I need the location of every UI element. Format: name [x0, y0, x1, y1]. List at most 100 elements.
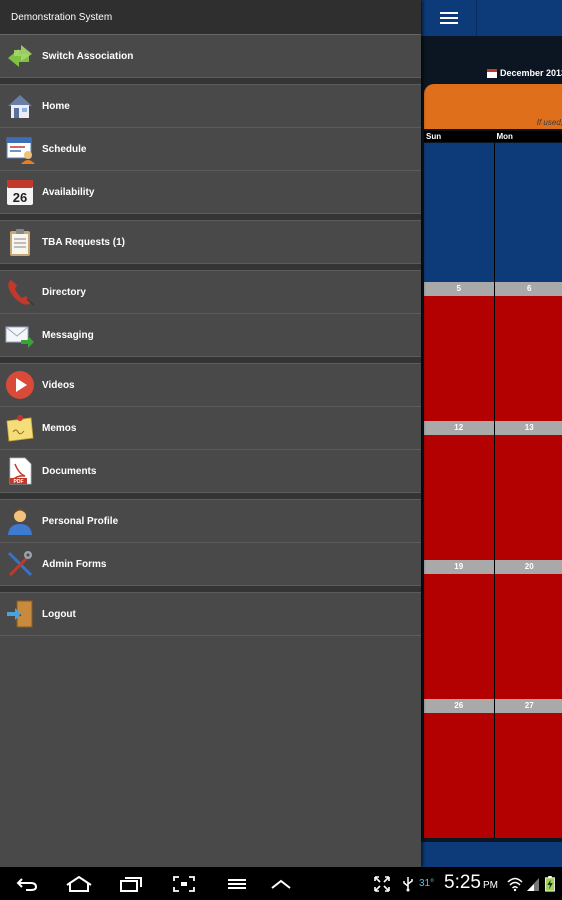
menu-item-schedule[interactable]: Schedule: [0, 128, 421, 171]
calendar-day-number: 20: [494, 560, 562, 574]
day-header-mon: Mon: [495, 131, 562, 142]
battery-charging-icon: [545, 876, 555, 892]
menu-item-label: Logout: [42, 608, 76, 620]
calendar-day-cell[interactable]: 5: [424, 282, 495, 421]
menu-item-memos[interactable]: Memos: [0, 407, 421, 450]
temperature-indicator: 31°: [419, 878, 435, 889]
calendar-day-number: 19: [424, 560, 494, 574]
schedule-icon: [5, 134, 35, 164]
calendar-day-cell[interactable]: 19: [424, 560, 495, 699]
calendar-month-label[interactable]: December 2013: [487, 68, 562, 78]
calendar-week-row: 56: [424, 282, 562, 421]
pdf-document-icon: PDF: [5, 456, 35, 486]
menu-item-label: Directory: [42, 286, 86, 298]
calendar-day-body: [494, 296, 562, 421]
video-play-icon: [5, 370, 35, 400]
menu-item-documents[interactable]: PDF Documents: [0, 450, 421, 493]
banner-note: If used,: [536, 118, 562, 127]
calendar-day-body: [424, 296, 494, 421]
menu-item-admin-forms[interactable]: Admin Forms: [0, 543, 421, 586]
menu-item-directory[interactable]: Directory: [0, 271, 421, 314]
calendar-day-number: 27: [494, 699, 562, 713]
calendar-month-text: December 2013: [500, 68, 562, 78]
signal-icon: [527, 878, 539, 891]
calendar-day-body: [424, 574, 494, 699]
menu-separator: [0, 78, 421, 85]
calendar-day-body: [494, 713, 562, 838]
memo-note-icon: [5, 413, 35, 443]
navigation-drawer: Demonstration System Switch Association …: [0, 0, 421, 867]
menu-item-label: Availability: [42, 186, 95, 198]
logout-door-icon: [5, 599, 35, 629]
home-nav-icon[interactable]: [65, 876, 93, 892]
system-navigation-bar: 31° 5:25 PM: [0, 867, 562, 900]
calendar-day-number: 26: [424, 699, 494, 713]
menu-item-availability[interactable]: 26 Availability: [0, 171, 421, 214]
availability-calendar-icon: 26: [5, 177, 35, 207]
screenshot-icon[interactable]: [172, 876, 196, 892]
phone-icon: [5, 277, 35, 307]
menu-item-label: Memos: [42, 422, 77, 434]
home-icon: [5, 91, 35, 121]
calendar-pane: December 2013 If used, Sun Mon 5 6 12 13 19 2…: [421, 0, 562, 867]
calendar-day-body: [494, 435, 562, 560]
calendar-day-cell[interactable]: 20: [494, 560, 562, 699]
chevron-up-icon[interactable]: [270, 876, 292, 892]
clipboard-icon: [5, 227, 35, 257]
user-profile-icon: [5, 506, 35, 536]
calendar-day-cell[interactable]: 13: [494, 421, 562, 560]
menu-separator: [0, 264, 421, 271]
calendar-week-row: 19 20: [424, 560, 562, 699]
clock-ampm: PM: [482, 880, 498, 891]
menu-item-switch-association[interactable]: Switch Association: [0, 35, 421, 78]
menu-separator: [0, 357, 421, 364]
calendar-day-body: [424, 713, 494, 838]
menu-item-logout[interactable]: Logout: [0, 593, 421, 636]
calendar-day-header: Sun Mon: [424, 131, 562, 142]
availability-icon-day: 26: [13, 190, 27, 205]
menu-item-label: Messaging: [42, 329, 94, 341]
calendar-day-cell[interactable]: 12: [424, 421, 495, 560]
calendar-banner: If used,: [424, 84, 562, 129]
calendar-week-row: 12 13: [424, 421, 562, 560]
calendar-day-body: [424, 435, 494, 560]
admin-tools-icon: [5, 549, 35, 579]
calendar-day-number: 6: [494, 282, 562, 296]
menu-item-tba-requests[interactable]: TBA Requests (1): [0, 221, 421, 264]
calendar-day-number: 13: [494, 421, 562, 435]
switch-association-icon: [5, 41, 35, 71]
fullscreen-icon: [374, 876, 390, 892]
calendar-week-row: [424, 143, 562, 282]
messaging-icon: [5, 320, 35, 350]
menu-separator: [0, 586, 421, 593]
recent-apps-icon[interactable]: [119, 876, 143, 892]
calendar-day-cell[interactable]: 6: [494, 282, 562, 421]
menu-separator: [0, 214, 421, 221]
menu-item-messaging[interactable]: Messaging: [0, 314, 421, 357]
calendar-day-cell[interactable]: [494, 143, 562, 282]
pdf-icon-label: PDF: [14, 479, 24, 485]
calendar-day-cell[interactable]: 26: [424, 699, 495, 838]
menu-item-label: Personal Profile: [42, 515, 119, 527]
calendar-icon: [487, 68, 497, 78]
hamburger-icon: [439, 12, 458, 24]
menu-item-label: Videos: [42, 379, 75, 391]
calendar-day-cell[interactable]: 27: [494, 699, 562, 838]
menu-item-label: Switch Association: [42, 50, 134, 62]
menu-item-label: Admin Forms: [42, 558, 107, 570]
menu-item-label: TBA Requests (1): [42, 236, 125, 248]
calendar-top-bar: [421, 0, 562, 36]
calendar-day-cell[interactable]: [424, 143, 495, 282]
menu-toggle-button[interactable]: [421, 0, 477, 36]
day-header-sun: Sun: [424, 131, 495, 142]
menu-item-home[interactable]: Home: [0, 85, 421, 128]
usb-icon: [403, 877, 413, 892]
calendar-day-number: 12: [424, 421, 494, 435]
calendar-day-body: [494, 574, 562, 699]
menu-icon[interactable]: [227, 876, 247, 892]
menu-item-videos[interactable]: Videos: [0, 364, 421, 407]
back-icon[interactable]: [16, 876, 38, 892]
menu-item-personal-profile[interactable]: Personal Profile: [0, 500, 421, 543]
status-clock: 5:25 PM: [444, 872, 498, 894]
app-root: December 2013 If used, Sun Mon 5 6 12 13 19 2…: [0, 0, 562, 900]
